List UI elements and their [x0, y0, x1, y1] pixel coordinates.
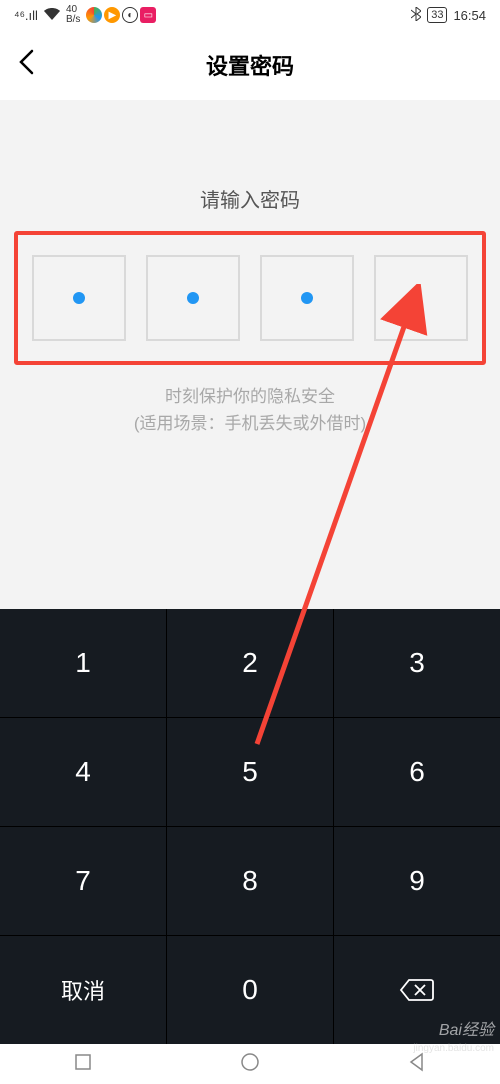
- hint-line-1: 时刻保护你的隐私安全: [0, 383, 500, 410]
- key-4[interactable]: 4: [0, 718, 167, 826]
- hint-text: 时刻保护你的隐私安全 (适用场景：手机丢失或外借时): [0, 383, 500, 437]
- key-3[interactable]: 3: [334, 609, 500, 717]
- key-7[interactable]: 7: [0, 827, 167, 935]
- pin-dot-filled: [301, 292, 313, 304]
- pin-cell-3[interactable]: [260, 255, 354, 341]
- pin-cell-2[interactable]: [146, 255, 240, 341]
- watermark: Bai经验: [439, 1016, 494, 1040]
- content-area: 请输入密码 时刻保护你的隐私安全 (适用场景：手机丢失或外借时): [0, 100, 500, 610]
- key-8[interactable]: 8: [167, 827, 334, 935]
- pin-prompt: 请输入密码: [0, 184, 500, 213]
- nav-home-icon[interactable]: [240, 1052, 260, 1077]
- key-cancel[interactable]: 取消: [0, 936, 167, 1044]
- page-title: 设置密码: [206, 49, 294, 81]
- numeric-keypad: 1 2 3 4 5 6 7 8 9 取消 0: [0, 609, 500, 1044]
- back-icon[interactable]: [18, 49, 34, 82]
- app-tray-icons: ▶ ◐ ▭: [86, 7, 156, 23]
- watermark-sub: jingyan.baidu.com: [413, 1043, 494, 1054]
- key-6[interactable]: 6: [334, 718, 500, 826]
- pin-cell-1[interactable]: [32, 255, 126, 341]
- status-left: ⁴⁶.ıll 40B/s ▶ ◐ ▭: [14, 5, 156, 25]
- pin-dot-filled: [73, 292, 85, 304]
- bluetooth-icon: [411, 7, 421, 24]
- status-right: 33 16:54: [411, 7, 486, 24]
- wifi-icon: [44, 8, 60, 23]
- network-icon: ⁴⁶.ıll: [14, 8, 38, 23]
- clock: 16:54: [453, 8, 486, 23]
- hint-line-2: (适用场景：手机丢失或外借时): [0, 410, 500, 437]
- nav-back-icon[interactable]: [407, 1052, 427, 1077]
- pin-dot-filled: [187, 292, 199, 304]
- net-speed: 40B/s: [66, 5, 80, 25]
- status-bar: ⁴⁶.ıll 40B/s ▶ ◐ ▭ 33 16:54: [0, 0, 500, 30]
- app-header: 设置密码: [0, 30, 500, 100]
- nav-recent-icon[interactable]: [73, 1052, 93, 1077]
- key-0[interactable]: 0: [167, 936, 334, 1044]
- battery-indicator: 33: [427, 7, 447, 23]
- pin-cell-4[interactable]: [374, 255, 468, 341]
- backspace-icon: [399, 978, 435, 1002]
- key-1[interactable]: 1: [0, 609, 167, 717]
- key-9[interactable]: 9: [334, 827, 500, 935]
- key-5[interactable]: 5: [167, 718, 334, 826]
- key-2[interactable]: 2: [167, 609, 334, 717]
- pin-input-group: [14, 231, 486, 365]
